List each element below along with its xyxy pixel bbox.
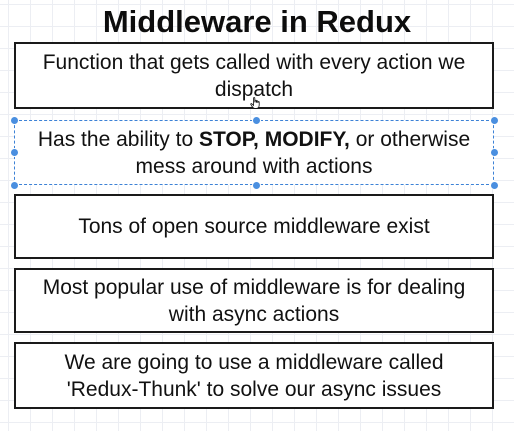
box-popular-use-text: Most popular use of middleware is for de… xyxy=(42,275,466,326)
resize-handle-left-icon[interactable] xyxy=(9,147,19,157)
box-open-source-text: Tons of open source middleware exist xyxy=(78,215,430,238)
resize-handle-bottom-right-icon[interactable] xyxy=(489,180,499,190)
resize-handle-right-icon[interactable] xyxy=(489,147,499,157)
resize-handle-top-right-icon[interactable] xyxy=(489,115,499,125)
box-open-source[interactable]: Tons of open source middleware exist xyxy=(14,194,494,259)
box-redux-thunk-text: We are going to use a middleware called … xyxy=(64,350,444,401)
box-function-called-text: Function that gets called with every act… xyxy=(42,50,466,101)
hand-cursor-icon xyxy=(250,97,260,109)
box-ability-text: Has the ability to STOP, MODIFY, or othe… xyxy=(25,126,483,180)
box-redux-thunk[interactable]: We are going to use a middleware called … xyxy=(14,342,494,409)
box-ability-selected[interactable]: Has the ability to STOP, MODIFY, or othe… xyxy=(14,120,494,185)
box-popular-use[interactable]: Most popular use of middleware is for de… xyxy=(14,268,494,333)
box-ability-emphasis: STOP, MODIFY, xyxy=(198,127,350,151)
diagram-title: Middleware in Redux xyxy=(102,4,412,39)
resize-handle-bottom-icon[interactable] xyxy=(251,180,261,190)
resize-handle-bottom-left-icon[interactable] xyxy=(9,180,19,190)
box-ability-prefix: Has the ability to xyxy=(37,127,199,151)
resize-handle-top-icon[interactable] xyxy=(251,115,261,125)
resize-handle-top-left-icon[interactable] xyxy=(9,115,19,125)
